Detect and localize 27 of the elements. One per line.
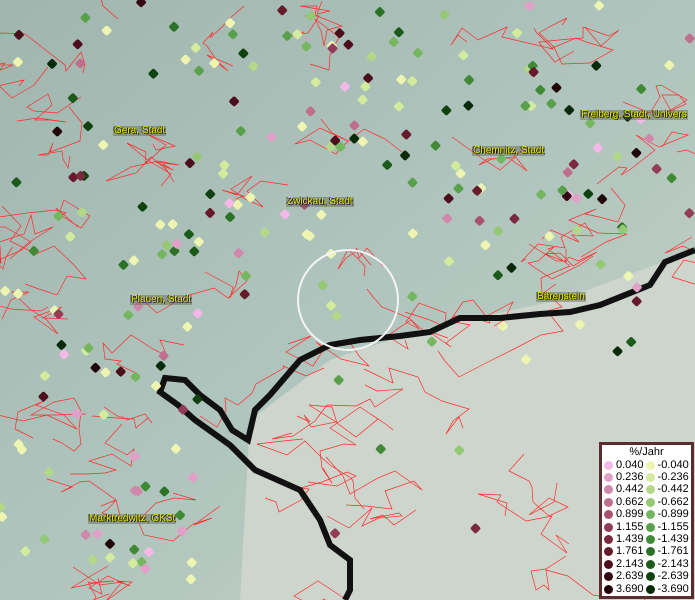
place-label: Bärenstein (536, 292, 586, 302)
legend-value: 0.662 (616, 496, 644, 508)
legend-value: -1.761 (658, 546, 689, 558)
legend-value: -2.639 (658, 571, 689, 582)
place-label: Chemnitz, Stadt (472, 146, 546, 156)
legend-value: 0.236 (616, 472, 644, 484)
legend-value: -1.155 (658, 522, 689, 533)
legend-value: 1.439 (616, 534, 644, 546)
legend-value: 0.040 (616, 460, 644, 471)
legend-value: 0.442 (616, 484, 644, 496)
place-label: Zwickau, Stadt (286, 197, 354, 207)
legend-value: -2.143 (658, 558, 689, 570)
legend-value: 2.639 (616, 571, 644, 582)
legend-value: -3.690 (658, 584, 689, 595)
legend-title: %/Jahr (628, 446, 665, 459)
place-label: Gera, Stadt (113, 126, 166, 136)
legend-value: 1.761 (616, 546, 644, 558)
legend-value: -0.040 (658, 460, 689, 471)
legend-value: 3.690 (616, 584, 644, 595)
legend-value: -0.442 (658, 484, 689, 496)
legend-value: -1.439 (658, 534, 689, 546)
legend-value: -0.236 (658, 472, 689, 484)
legend-value: 0.899 (616, 509, 644, 520)
legend-value: -0.662 (658, 496, 689, 508)
legend-value: 2.143 (616, 558, 644, 570)
legend-value: -0.899 (658, 509, 689, 520)
legend-value: 1.155 (616, 522, 644, 533)
